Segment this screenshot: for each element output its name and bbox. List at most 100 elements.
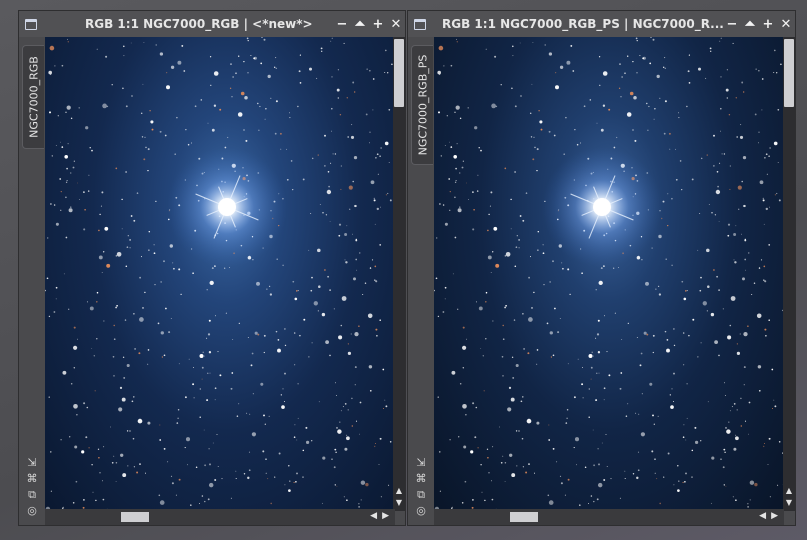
image-canvas[interactable]: [434, 37, 784, 511]
star: [451, 506, 454, 508]
star: [778, 199, 781, 202]
star: [178, 363, 180, 365]
star: [274, 476, 276, 478]
star: [691, 178, 694, 181]
close-button[interactable]: ✕: [777, 17, 795, 32]
star: [243, 129, 245, 131]
star: [214, 387, 217, 390]
star: [763, 265, 766, 268]
vertical-scroll-thumb[interactable]: [394, 39, 404, 107]
star: [248, 469, 251, 472]
star: [206, 337, 208, 339]
star: [68, 208, 73, 213]
shade-button[interactable]: ⏶: [351, 17, 369, 32]
star: [351, 124, 353, 126]
star: [334, 484, 336, 486]
clone-icon[interactable]: ⧉: [414, 487, 428, 503]
star: [148, 230, 151, 233]
view-identifier-tab[interactable]: NGC7000_RGB: [22, 45, 44, 149]
scroll-right-icon[interactable]: ▶: [382, 511, 389, 521]
scroll-right-icon[interactable]: ▶: [771, 511, 778, 521]
star: [492, 251, 494, 253]
star: [720, 37, 722, 39]
star: [116, 251, 122, 257]
star: [522, 313, 524, 315]
view-identifier-tab[interactable]: NGC7000_RGB_PS: [411, 45, 433, 165]
scroll-down-icon[interactable]: ▼: [393, 498, 405, 507]
star: [769, 206, 770, 208]
star: [504, 481, 506, 483]
star: [556, 461, 558, 463]
image-canvas[interactable]: [45, 37, 395, 511]
scroll-left-icon[interactable]: ◀: [370, 511, 377, 521]
star: [250, 54, 252, 57]
star: [758, 142, 759, 144]
star: [211, 128, 215, 132]
star: [437, 315, 440, 318]
star: [340, 410, 342, 412]
star: [736, 409, 738, 411]
horizontal-scroll-thumb[interactable]: [121, 512, 149, 522]
zoom-icon[interactable]: ⌘: [414, 471, 428, 487]
star: [136, 192, 139, 194]
star: [651, 247, 653, 249]
star: [727, 223, 731, 226]
vertical-scrollbar[interactable]: ▲ ▼: [783, 37, 795, 511]
scroll-left-icon[interactable]: ◀: [759, 511, 766, 521]
zoom-icon[interactable]: ⌘: [25, 471, 39, 487]
scroll-up-icon[interactable]: ▲: [783, 486, 795, 495]
star: [208, 482, 214, 488]
star: [329, 220, 331, 222]
window-titlebar[interactable]: RGB 1:1 NGC7000_RGB_PS | NGC7000_R... − …: [408, 11, 795, 37]
star: [741, 180, 743, 183]
star: [115, 462, 118, 464]
vertical-scrollbar[interactable]: ▲ ▼: [393, 37, 405, 511]
image-window-right[interactable]: RGB 1:1 NGC7000_RGB_PS | NGC7000_R... − …: [407, 10, 796, 526]
horizontal-scrollbar[interactable]: ◀ ▶: [434, 509, 784, 525]
star: [724, 382, 725, 384]
close-button[interactable]: ✕: [387, 17, 405, 32]
star: [765, 334, 767, 337]
maximize-button[interactable]: +: [369, 17, 387, 32]
star: [608, 108, 611, 111]
bright-star-core: [218, 198, 236, 216]
horizontal-scroll-thumb[interactable]: [510, 512, 538, 522]
image-window-left[interactable]: RGB 1:1 NGC7000_RGB | <*new*> − ⏶ + ✕ NG…: [18, 10, 406, 526]
star: [742, 155, 747, 160]
fit-view-icon[interactable]: ⇲: [25, 455, 39, 471]
star: [337, 69, 340, 71]
star: [667, 193, 669, 195]
star: [520, 400, 523, 403]
star: [652, 414, 654, 417]
star: [491, 480, 493, 482]
star: [70, 117, 73, 120]
star: [379, 155, 381, 157]
mask-icon[interactable]: ◎: [25, 503, 39, 519]
star: [741, 81, 744, 84]
star: [590, 495, 593, 497]
star: [302, 476, 304, 478]
star: [504, 255, 506, 257]
star: [207, 122, 209, 124]
star: [621, 76, 623, 78]
horizontal-scrollbar[interactable]: ◀ ▶: [45, 509, 395, 525]
minimize-button[interactable]: −: [333, 17, 351, 32]
shade-button[interactable]: ⏶: [741, 17, 759, 32]
star: [359, 252, 361, 254]
star: [99, 472, 101, 474]
fit-view-icon[interactable]: ⇲: [414, 455, 428, 471]
star: [319, 204, 321, 206]
clone-icon[interactable]: ⧉: [25, 487, 39, 503]
scroll-up-icon[interactable]: ▲: [393, 486, 405, 495]
star: [219, 108, 222, 111]
maximize-button[interactable]: +: [759, 17, 777, 32]
minimize-button[interactable]: −: [723, 17, 741, 32]
mask-icon[interactable]: ◎: [414, 503, 428, 519]
star: [383, 408, 384, 409]
scroll-down-icon[interactable]: ▼: [783, 498, 795, 507]
window-titlebar[interactable]: RGB 1:1 NGC7000_RGB | <*new*> − ⏶ + ✕: [19, 11, 405, 37]
star: [721, 153, 723, 155]
star: [697, 249, 699, 251]
vertical-scroll-thumb[interactable]: [784, 39, 794, 107]
star: [73, 160, 75, 162]
